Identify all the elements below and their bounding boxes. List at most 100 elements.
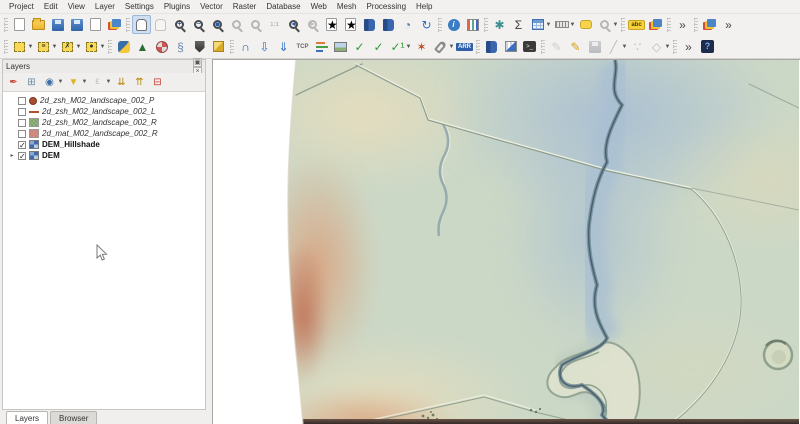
layer-row[interactable]: ▸DEM — [5, 150, 205, 161]
save-project-as-button[interactable] — [67, 15, 86, 34]
measure-button[interactable] — [552, 15, 571, 34]
zoom-to-feature-button[interactable] — [595, 15, 614, 34]
select-features-button[interactable] — [10, 37, 29, 56]
arr-plugin-button[interactable]: ARR — [455, 37, 474, 56]
menu-plugins[interactable]: Plugins — [159, 0, 195, 13]
filter-by-expression-dropdown[interactable]: ▼ — [105, 73, 112, 92]
zoom-next-button[interactable]: ► — [303, 15, 322, 34]
help-button[interactable]: ? — [698, 37, 717, 56]
python-console-button[interactable] — [114, 37, 133, 56]
layer-checkbox[interactable] — [18, 130, 26, 138]
dock-panel-button[interactable]: ▣ — [193, 58, 202, 67]
pan-map-button[interactable] — [132, 15, 151, 34]
dock-tab-browser[interactable]: Browser — [50, 411, 97, 424]
layer-row[interactable]: 2d_zsh_M02_landscape_002_R — [5, 117, 205, 128]
dock-tab-layers[interactable]: Layers — [6, 411, 48, 424]
zoom-out-button[interactable]: − — [189, 15, 208, 34]
layer-checkbox[interactable] — [18, 119, 26, 127]
layer-tree[interactable]: 2d_zsh_M02_landscape_002_P2d_zsh_M02_lan… — [3, 91, 205, 409]
shield-plugin-button[interactable] — [190, 37, 209, 56]
paperclip-plugin-button[interactable] — [431, 37, 450, 56]
new-spatial-bookmark-button[interactable] — [360, 15, 379, 34]
menu-mesh[interactable]: Mesh — [332, 0, 362, 13]
sum-statistics-button[interactable]: Σ — [509, 15, 528, 34]
vertex-tool-button[interactable]: ◇ — [647, 37, 666, 56]
menu-database[interactable]: Database — [261, 0, 305, 13]
new-map-view-button[interactable]: ★ — [322, 15, 341, 34]
filter-by-expression-button[interactable]: ε — [89, 74, 106, 90]
temporal-controller-button[interactable]: ◔ — [398, 15, 417, 34]
bluebook-plugin-button[interactable] — [482, 37, 501, 56]
menu-edit[interactable]: Edit — [39, 0, 63, 13]
layer-checkbox[interactable] — [18, 141, 26, 149]
menu-web[interactable]: Web — [306, 0, 332, 13]
cube-plugin-button[interactable] — [209, 37, 228, 56]
menu-layer[interactable]: Layer — [90, 0, 120, 13]
save-project-button[interactable] — [48, 15, 67, 34]
layer-checkbox[interactable] — [18, 152, 26, 160]
select-by-value-button[interactable]: ≡ — [34, 37, 53, 56]
statistical-summary-button[interactable] — [463, 15, 482, 34]
check-topology-1-button[interactable]: ✓ — [350, 37, 369, 56]
current-edits-button[interactable]: ✎ — [547, 37, 566, 56]
pan-to-selection-button[interactable] — [151, 15, 170, 34]
toolbar-overflow-1-button[interactable]: » — [673, 15, 692, 34]
menu-vector[interactable]: Vector — [195, 0, 228, 13]
check-topology-3-button[interactable]: ✓¹ — [388, 37, 407, 56]
style-manager-button[interactable] — [105, 15, 124, 34]
new-3d-map-view-button[interactable]: ★ — [341, 15, 360, 34]
zoom-to-layer-button[interactable] — [246, 15, 265, 34]
add-line-feature-button[interactable]: ╱ — [604, 37, 623, 56]
manage-map-themes-dropdown[interactable]: ▼ — [57, 73, 64, 92]
arch-plugin-button[interactable]: ∩ — [236, 37, 255, 56]
toggle-editing-button[interactable]: ✎ — [566, 37, 585, 56]
open-attribute-table-button[interactable] — [528, 15, 547, 34]
refresh-button[interactable]: ↻ — [417, 15, 436, 34]
download-alt-plugin-button[interactable]: ⇓ — [274, 37, 293, 56]
filter-legend-button[interactable]: ▼ — [65, 74, 82, 90]
zoom-native-button[interactable]: 1:1 — [265, 15, 284, 34]
layer-row[interactable]: 2d_mat_M02_landscape_002_R — [5, 128, 205, 139]
menu-settings[interactable]: Settings — [120, 0, 159, 13]
terrain-plugin-button[interactable]: ▲ — [133, 37, 152, 56]
menu-raster[interactable]: Raster — [228, 0, 262, 13]
tcp-plugin-button[interactable]: TCP — [293, 37, 312, 56]
select-by-location-button[interactable]: ● — [82, 37, 101, 56]
zoom-last-button[interactable]: ◄ — [284, 15, 303, 34]
menu-project[interactable]: Project — [4, 0, 39, 13]
grid-raster-plugin-button[interactable] — [501, 37, 520, 56]
zoom-full-button[interactable]: ▣ — [208, 15, 227, 34]
open-layer-styling-button[interactable]: ✒ — [5, 74, 22, 90]
scroll-plugin-button[interactable]: § — [171, 37, 190, 56]
show-spatial-bookmarks-button[interactable] — [379, 15, 398, 34]
open-project-button[interactable] — [29, 15, 48, 34]
layer-checkbox[interactable] — [18, 108, 26, 116]
map-canvas[interactable] — [212, 59, 800, 424]
layer-row[interactable]: 2d_zsh_M02_landscape_002_P — [5, 95, 205, 106]
collapse-all-button[interactable]: ⇈ — [131, 74, 148, 90]
toolbar-overflow-2-button[interactable]: » — [719, 15, 738, 34]
digitize-points-button[interactable]: ∵ — [628, 37, 647, 56]
expand-all-button[interactable]: ⇊ — [113, 74, 130, 90]
menu-help[interactable]: Help — [411, 0, 437, 13]
raster-image-plugin-button[interactable] — [331, 37, 350, 56]
remove-layer-button[interactable]: ⊟ — [149, 74, 166, 90]
download-plugin-button[interactable]: ⇩ — [255, 37, 274, 56]
label-toolbar-button[interactable]: abc — [627, 15, 646, 34]
add-layer-button[interactable] — [700, 15, 719, 34]
feature-action-button[interactable]: ✱ — [490, 15, 509, 34]
compass-plugin-button[interactable] — [152, 37, 171, 56]
layer-checkbox[interactable] — [18, 97, 26, 105]
zoom-in-button[interactable]: + — [170, 15, 189, 34]
filter-legend-dropdown[interactable]: ▼ — [81, 73, 88, 92]
profile-plugin-button[interactable] — [312, 37, 331, 56]
new-project-button[interactable] — [10, 15, 29, 34]
manage-map-themes-button[interactable]: ◉ — [41, 74, 58, 90]
deselect-features-button[interactable]: ✗ — [58, 37, 77, 56]
map-tips-button[interactable] — [576, 15, 595, 34]
zoom-to-selection-button[interactable] — [227, 15, 246, 34]
save-edits-button[interactable] — [585, 37, 604, 56]
check-topology-2-button[interactable]: ✓ — [369, 37, 388, 56]
add-group-button[interactable]: ⊞ — [23, 74, 40, 90]
layer-row[interactable]: 2d_zsh_M02_landscape_002_L — [5, 106, 205, 117]
